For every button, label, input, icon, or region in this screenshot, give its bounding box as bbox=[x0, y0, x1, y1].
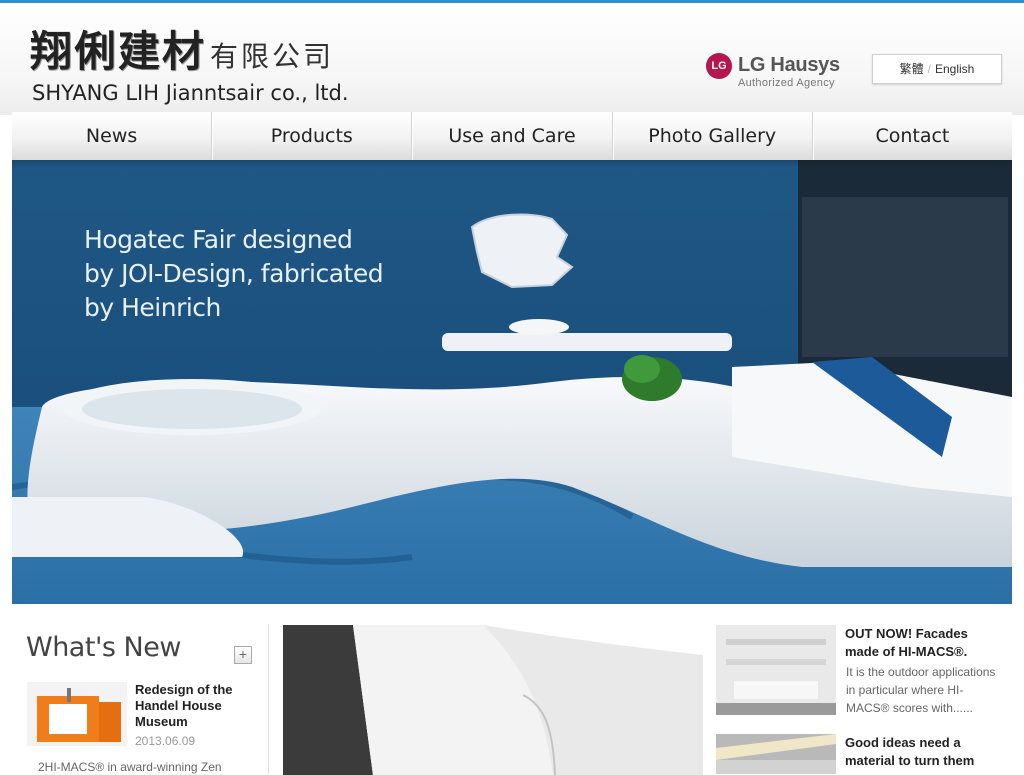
hero-banner[interactable]: Hogatec Fair designed by JOI-Design, fab… bbox=[12, 157, 1012, 604]
site-header: 翔俐建材 有限公司 SHYANG LIH Jianntsair co., ltd.… bbox=[0, 3, 1024, 115]
column-divider bbox=[268, 624, 269, 774]
nav-contact[interactable]: Contact bbox=[813, 112, 1012, 160]
hero-caption-line-1: Hogatec Fair designed bbox=[84, 225, 353, 254]
more-news-button[interactable]: + bbox=[234, 646, 252, 664]
partner-subtitle: Authorized Agency bbox=[738, 77, 835, 89]
news-2-thumbnail[interactable] bbox=[716, 625, 836, 715]
company-logo-english[interactable]: SHYANG LIH Jianntsair co., ltd. bbox=[32, 81, 349, 105]
hero-caption-line-2: by JOI-Design, fabricated bbox=[84, 259, 384, 288]
news-section: What's New + Redesign of the Handel Hous… bbox=[12, 618, 1012, 775]
news-2-title[interactable]: OUT NOW! Facades made of HI-MACS®. bbox=[845, 625, 1005, 661]
nav-products[interactable]: Products bbox=[212, 112, 413, 160]
hero-caption: Hogatec Fair designed by JOI-Design, fab… bbox=[84, 223, 384, 325]
nav-shadow bbox=[12, 160, 1012, 168]
news-3-thumbnail[interactable] bbox=[716, 734, 836, 774]
lg-emblem-icon: LG bbox=[706, 53, 732, 79]
news-1-excerpt: 2HI-MACS® in award-winning Zen bbox=[38, 760, 222, 774]
news-1-date: 2013.06.09 bbox=[135, 734, 196, 748]
whats-new-heading: What's New bbox=[26, 632, 181, 663]
company-logo-chinese[interactable]: 翔俐建材 有限公司 bbox=[30, 27, 334, 77]
news-1-thumbnail[interactable] bbox=[27, 682, 127, 746]
logo-chinese-suffix: 有限公司 bbox=[210, 40, 335, 73]
lang-traditional-chinese-link[interactable]: 繁體 bbox=[900, 62, 924, 76]
nav-news[interactable]: News bbox=[12, 112, 213, 160]
language-switcher: 繁體 / English bbox=[872, 54, 1002, 84]
lang-separator: / bbox=[927, 62, 931, 76]
news-2-excerpt: It is the outdoor applications in partic… bbox=[846, 665, 996, 715]
news-1-title[interactable]: Redesign of the Handel House Museum bbox=[135, 682, 260, 730]
lg-hausys-logo: LG LG Hausys Authorized Agency bbox=[706, 53, 856, 91]
lang-english-link[interactable]: English bbox=[935, 62, 974, 76]
featured-news-image[interactable] bbox=[283, 625, 703, 775]
logo-chinese-name: 翔俐建材 bbox=[30, 27, 207, 76]
nav-use-and-care[interactable]: Use and Care bbox=[412, 112, 613, 160]
main-navigation: News Products Use and Care Photo Gallery… bbox=[12, 112, 1012, 160]
hero-caption-line-3: by Heinrich bbox=[84, 293, 221, 322]
nav-photo-gallery[interactable]: Photo Gallery bbox=[613, 112, 813, 160]
news-3-title[interactable]: Good ideas need a material to turn them bbox=[845, 734, 1005, 770]
partner-name: LG Hausys bbox=[738, 54, 840, 76]
